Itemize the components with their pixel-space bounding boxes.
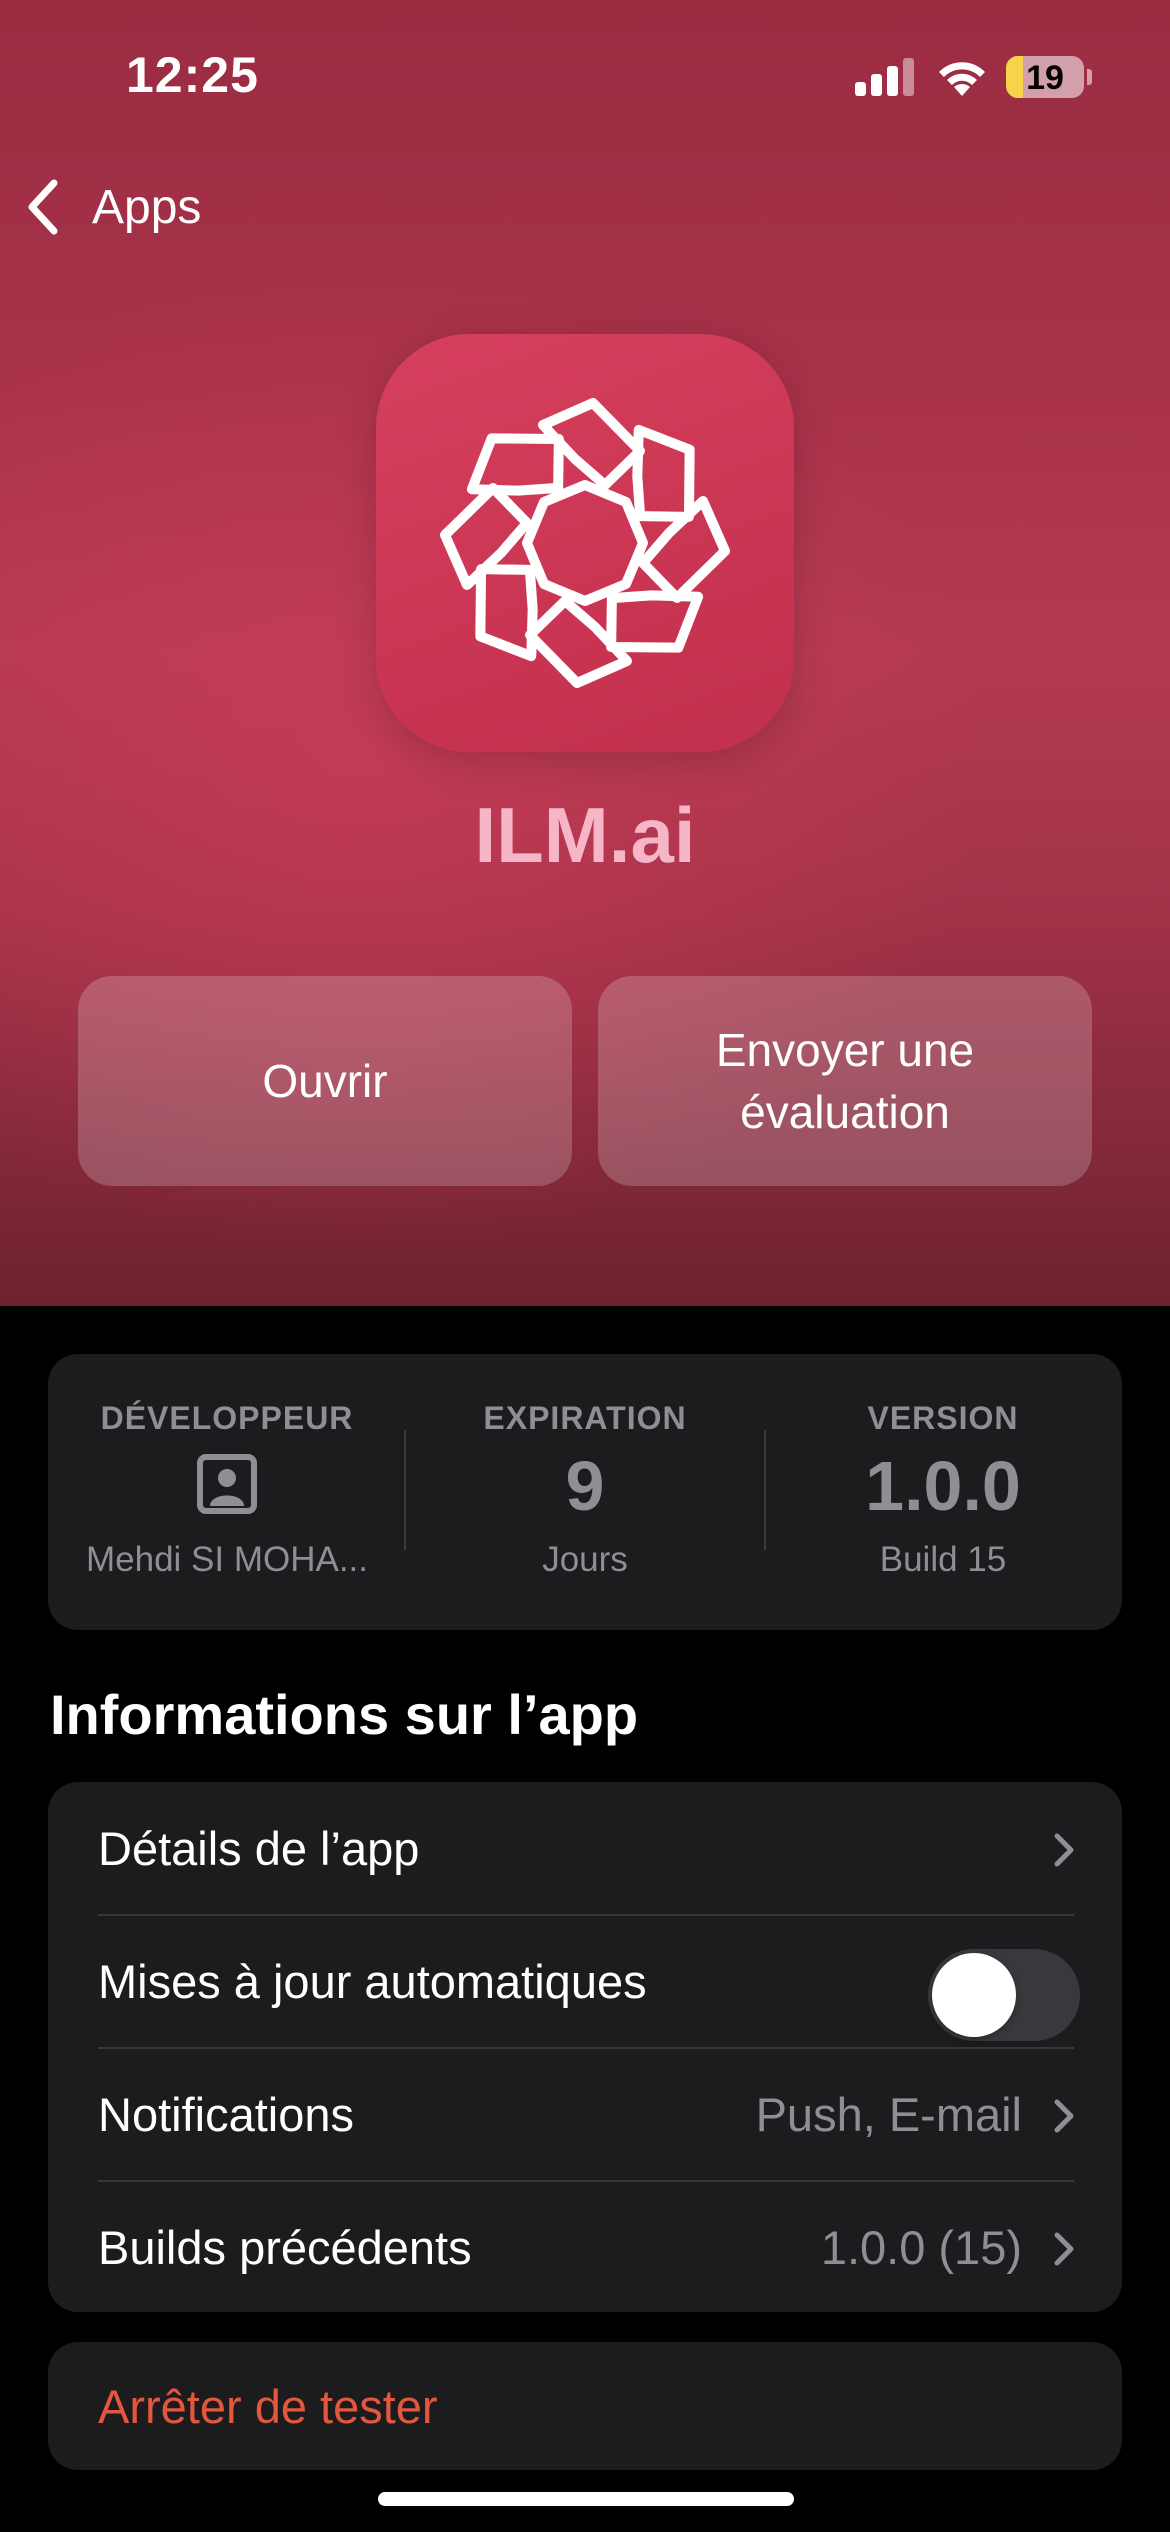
cellular-signal-icon	[855, 58, 915, 96]
auto-updates-toggle[interactable]	[928, 1949, 1080, 2041]
battery-percentage: 19	[1026, 59, 1064, 97]
previous-builds-row[interactable]: Builds précédents 1.0.0 (15)	[48, 2181, 1122, 2313]
row-value: 1.0.0 (15)	[820, 2220, 1022, 2274]
battery-icon: 19	[1006, 56, 1084, 98]
app-icon	[376, 334, 794, 752]
person-portrait-icon	[197, 1454, 257, 1514]
notifications-row[interactable]: Notifications Push, E-mail	[48, 2048, 1122, 2180]
chevron-right-icon	[1054, 2099, 1074, 2133]
status-time: 12:25	[126, 47, 259, 103]
send-review-button[interactable]: Envoyer une évaluation	[598, 976, 1092, 1186]
stop-testing-button[interactable]: Arrêter de tester	[48, 2342, 1122, 2470]
expiration-info: EXPIRATION 9 Jours	[406, 1354, 764, 1630]
app-info-summary: DÉVELOPPEUR Mehdi SI MOHA... EXPIRATION …	[48, 1354, 1122, 1630]
row-label: Builds précédents	[98, 2220, 472, 2274]
expiration-unit: Jours	[542, 1540, 628, 1579]
app-info-list: Détails de l’app Mises à jour automatiqu…	[48, 1782, 1122, 2312]
app-name: ILM.ai	[474, 791, 696, 879]
row-label: Mises à jour automatiques	[98, 1954, 647, 2008]
row-value: Push, E-mail	[755, 2087, 1022, 2141]
section-title: Informations sur l’app	[50, 1683, 639, 1746]
expiration-value: 9	[565, 1447, 605, 1525]
app-details-row[interactable]: Détails de l’app	[48, 1782, 1122, 1914]
wifi-icon	[939, 62, 985, 96]
home-indicator[interactable]	[378, 2492, 794, 2506]
chevron-left-icon	[28, 179, 58, 235]
row-label: Notifications	[98, 2087, 354, 2141]
stop-testing-label: Arrêter de tester	[98, 2379, 438, 2433]
developer-info: DÉVELOPPEUR Mehdi SI MOHA...	[48, 1354, 406, 1630]
version-value: 1.0.0	[865, 1447, 1021, 1525]
back-label: Apps	[92, 180, 202, 234]
open-button[interactable]: Ouvrir	[78, 976, 572, 1186]
battery-cap	[1087, 69, 1092, 85]
back-button[interactable]: Apps	[24, 170, 201, 244]
chevron-right-icon	[1054, 1833, 1074, 1867]
expiration-label: EXPIRATION	[483, 1400, 687, 1436]
auto-updates-row: Mises à jour automatiques	[48, 1915, 1122, 2047]
version-label: VERSION	[867, 1400, 1019, 1436]
chevron-right-icon	[1054, 2232, 1074, 2266]
developer-name: Mehdi SI MOHA...	[85, 1540, 369, 1579]
row-label: Détails de l’app	[98, 1821, 420, 1875]
developer-label: DÉVELOPPEUR	[100, 1400, 354, 1436]
build-number: Build 15	[879, 1540, 1007, 1579]
version-info: VERSION 1.0.0 Build 15	[764, 1354, 1122, 1630]
ilm-logo-icon	[425, 398, 745, 703]
